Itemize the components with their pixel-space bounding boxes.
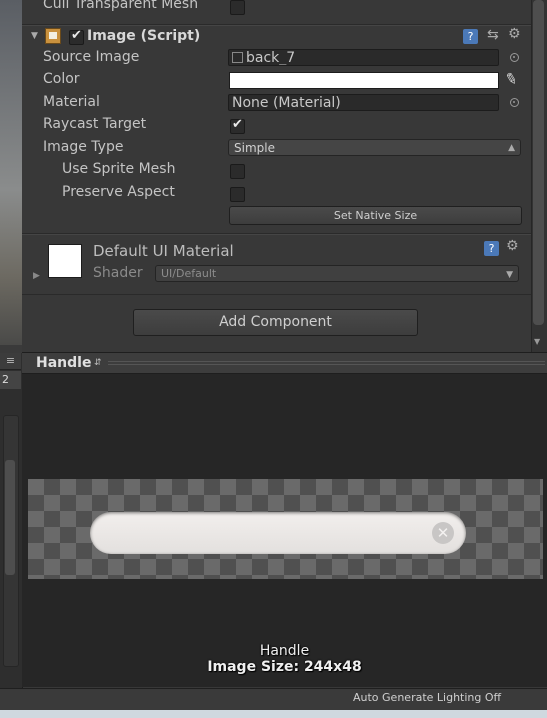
close-icon: ✕ xyxy=(432,522,454,544)
component-title: Image (Script) xyxy=(87,28,201,44)
scene-view[interactable] xyxy=(0,0,22,345)
divider xyxy=(22,25,531,26)
chevron-down-icon: ▼ xyxy=(506,270,513,280)
preserve-aspect-checkbox[interactable] xyxy=(230,187,245,202)
window-bottom-edge xyxy=(0,710,547,718)
divider xyxy=(22,234,531,235)
source-image-field[interactable]: back_7 xyxy=(228,49,499,66)
divider xyxy=(22,294,531,295)
shader-label: Shader xyxy=(93,265,143,281)
set-native-size-button[interactable]: Set Native Size xyxy=(229,206,522,225)
image-type-dropdown[interactable]: Simple ▲ xyxy=(228,139,521,156)
cull-transparent-mesh-label: Cull Transparent Mesh xyxy=(43,0,199,12)
material-label: Material xyxy=(43,94,100,110)
shader-value: UI/Default xyxy=(161,267,217,280)
component-enabled-checkbox[interactable] xyxy=(69,28,84,45)
raycast-target-checkbox[interactable] xyxy=(230,117,245,134)
foldout-arrow-icon[interactable]: ▼ xyxy=(31,31,38,41)
source-image-value: back_7 xyxy=(246,50,296,66)
dropdown-arrows-icon: ▲ xyxy=(508,143,515,153)
panel-menu-icon[interactable]: ≡ xyxy=(0,353,21,370)
sprite-preview-image xyxy=(90,512,466,554)
preview-drag-handle[interactable] xyxy=(108,361,545,365)
image-component-icon xyxy=(45,28,61,44)
material-field[interactable]: None (Material) xyxy=(228,94,499,111)
sprite-icon xyxy=(232,52,243,63)
source-image-label: Source Image xyxy=(43,49,140,65)
preview-dropdown-arrows-icon[interactable]: ⇵ xyxy=(94,358,102,368)
color-swatch[interactable] xyxy=(229,72,499,89)
shader-dropdown[interactable]: UI/Default ▼ xyxy=(155,265,519,282)
raycast-target-label: Raycast Target xyxy=(43,116,147,132)
use-sprite-mesh-checkbox[interactable] xyxy=(230,164,245,179)
scroll-down-arrow-icon[interactable]: ▼ xyxy=(534,337,540,346)
left-scrollbar-thumb[interactable] xyxy=(5,460,15,575)
material-foldout-arrow-icon[interactable]: ▶ xyxy=(33,271,40,281)
object-picker-icon[interactable] xyxy=(510,53,519,62)
preview-caption-size: Image Size: 244x48 xyxy=(207,659,362,675)
preview-title[interactable]: Handle xyxy=(36,355,91,371)
preview-caption-name: Handle xyxy=(259,643,310,659)
help-book-icon[interactable]: ? xyxy=(484,241,499,256)
gear-icon[interactable]: ⚙ xyxy=(508,26,521,42)
inspector-scrollbar-thumb[interactable] xyxy=(533,0,544,325)
object-picker-icon[interactable] xyxy=(510,98,519,107)
material-name: Default UI Material xyxy=(93,242,234,260)
use-sprite-mesh-label: Use Sprite Mesh xyxy=(62,161,176,177)
left-panel-number: 2 xyxy=(0,371,21,389)
help-book-icon[interactable]: ? xyxy=(463,29,478,44)
add-component-button[interactable]: Add Component xyxy=(133,309,418,336)
material-preview-thumbnail xyxy=(48,244,82,278)
status-text[interactable]: Auto Generate Lighting Off xyxy=(353,691,501,704)
cull-transparent-mesh-checkbox[interactable] xyxy=(230,0,245,15)
preserve-aspect-label: Preserve Aspect xyxy=(62,184,175,200)
preset-sliders-icon[interactable]: ⇆ xyxy=(487,27,499,43)
image-type-label: Image Type xyxy=(43,139,124,155)
image-type-value: Simple xyxy=(234,141,275,155)
color-label: Color xyxy=(43,71,80,87)
gear-icon[interactable]: ⚙ xyxy=(506,238,519,254)
